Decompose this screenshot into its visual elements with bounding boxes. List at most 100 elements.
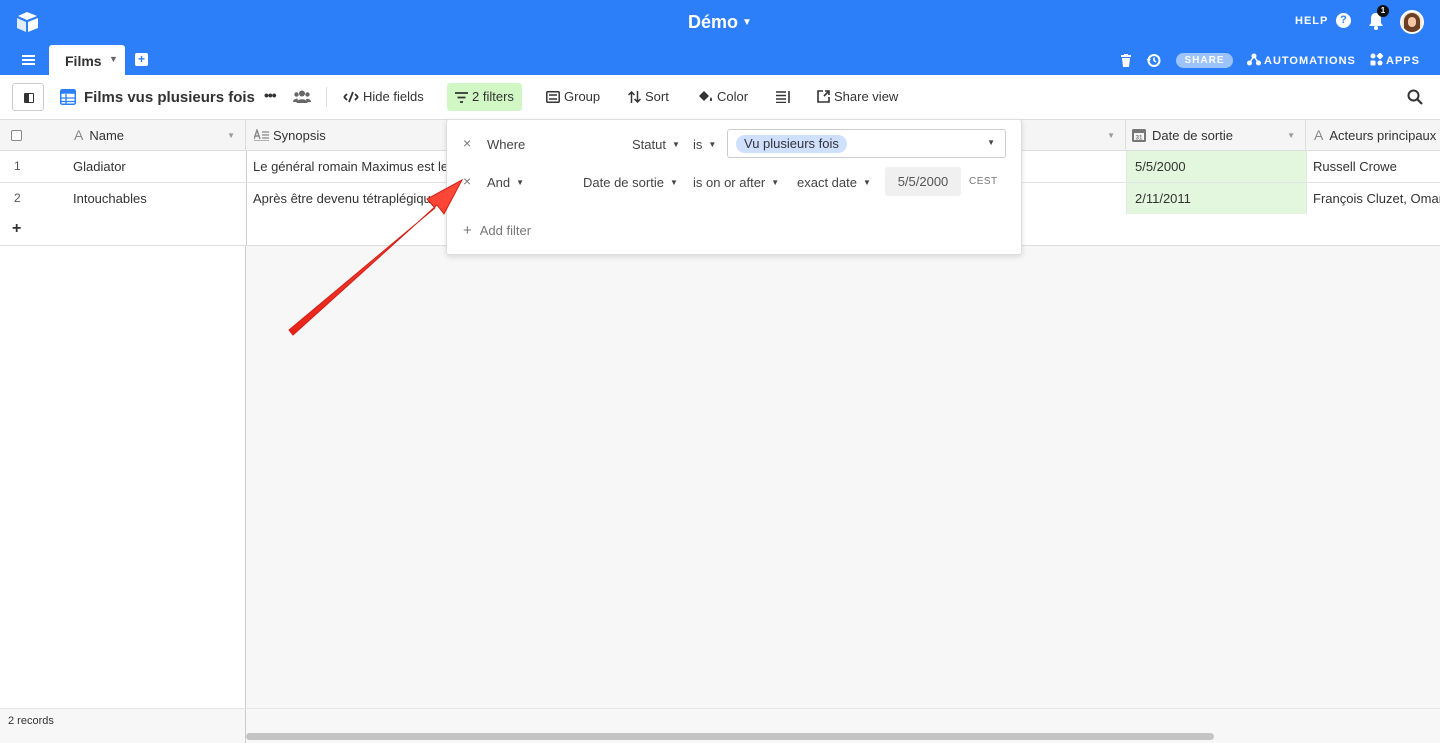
record-count: 2 records [8, 715, 54, 727]
text-field-icon: A [74, 127, 84, 143]
grid-footer: 2 records [0, 708, 1440, 743]
filter-field-select[interactable]: Date de sortie ▼ [583, 175, 678, 190]
base-title-text[interactable]: Démo [688, 12, 738, 32]
filter-field-label: Date de sortie [583, 175, 664, 190]
tab-films-label: Films [65, 53, 102, 69]
chevron-down-icon: ▼ [771, 178, 780, 187]
chevron-down-icon: ▼ [516, 178, 525, 187]
cell-name[interactable]: Intouchables [73, 183, 243, 214]
row-height-icon [776, 91, 790, 104]
base-title[interactable]: Démo ▼ [0, 12, 1440, 33]
table-tab-bar: Films ▼ + SHARE AUTOMATIONS APPS [0, 45, 1440, 75]
menu-icon[interactable] [22, 55, 35, 65]
apps-label: APPS [1386, 55, 1420, 67]
color-button[interactable]: Color [690, 83, 756, 111]
paint-bucket-icon [699, 91, 713, 101]
hide-fields-label: Hide fields [363, 89, 424, 104]
filter-field-select[interactable]: Statut ▼ [632, 137, 680, 152]
sort-button[interactable]: Sort [620, 83, 677, 111]
group-label: Group [564, 89, 601, 104]
share-view-button[interactable]: Share view [809, 83, 906, 111]
chevron-down-icon[interactable]: ▼ [109, 54, 118, 64]
filter-conjunction: Where [487, 137, 526, 152]
help-icon[interactable]: ? [1336, 13, 1351, 28]
add-filter-button[interactable]: + Add filter [463, 222, 531, 239]
more-options-icon[interactable]: ••• [264, 87, 277, 103]
add-filter-label: Add filter [479, 223, 532, 238]
hide-fields-button[interactable]: Hide fields [335, 83, 432, 111]
share-view-label: Share view [834, 89, 899, 104]
group-icon [546, 91, 560, 103]
trash-icon[interactable] [1121, 54, 1131, 67]
plus-icon: + [463, 222, 472, 239]
filter-popover: × Where Statut ▼ is ▼ Vu plusieurs fois ▼ … [446, 119, 1022, 255]
help-link[interactable]: HELP [1295, 15, 1328, 27]
select-all-checkbox[interactable] [11, 130, 22, 141]
cell-date[interactable]: 5/5/2000 [1126, 151, 1306, 182]
chevron-down-icon: ▼ [708, 140, 717, 149]
column-date-label: Date de sortie [1152, 128, 1233, 143]
group-button[interactable]: Group [538, 83, 608, 111]
toolbar-divider [326, 87, 327, 107]
automations-icon [1247, 53, 1261, 66]
filter-operator-select[interactable]: is on or after ▼ [693, 175, 779, 190]
chevron-down-icon[interactable]: ▼ [742, 17, 752, 28]
grid-view-icon [60, 89, 76, 105]
search-icon[interactable] [1407, 89, 1423, 105]
status-option-pill: Vu plusieurs fois [736, 135, 847, 153]
hide-fields-icon [343, 91, 359, 103]
filter-conjunction-label: And [487, 175, 511, 190]
share-view-icon [817, 90, 830, 103]
share-button[interactable]: SHARE [1176, 53, 1233, 68]
column-synopsis-label: Synopsis [273, 128, 326, 143]
chevron-down-icon[interactable]: ▼ [227, 120, 235, 151]
avatar[interactable] [1400, 10, 1424, 34]
chevron-down-icon[interactable]: ▼ [1287, 120, 1295, 151]
history-icon[interactable] [1146, 53, 1161, 68]
remove-filter-icon[interactable]: × [463, 135, 471, 151]
chevron-down-icon: ▼ [987, 138, 995, 147]
automations-button[interactable]: AUTOMATIONS [1247, 53, 1356, 67]
filter-value-select[interactable]: Vu plusieurs fois ▼ [727, 129, 1006, 158]
filter-date-input[interactable]: 5/5/2000 [885, 167, 961, 196]
cell-date[interactable]: 2/11/2011 [1126, 183, 1306, 214]
filter-conjunction-select[interactable]: And ▼ [487, 175, 524, 190]
row-height-button[interactable] [768, 83, 799, 111]
timezone-label: CEST [969, 176, 998, 187]
sort-icon [627, 90, 642, 104]
cell-actors[interactable]: François Cluzet, Omar Sy [1306, 183, 1440, 214]
chevron-down-icon[interactable]: ▼ [1107, 120, 1115, 151]
horizontal-scrollbar[interactable] [246, 733, 1214, 740]
filter-operator-label: is [693, 137, 703, 152]
tab-films[interactable]: Films ▼ [49, 45, 125, 75]
column-header-name[interactable]: A Name ▼ [64, 120, 246, 151]
column-header-actors[interactable]: A Acteurs principaux [1306, 120, 1440, 151]
sidebar-toggle-button[interactable] [12, 83, 44, 111]
remove-filter-icon[interactable]: × [463, 173, 471, 189]
column-header-date[interactable]: 31 Date de sortie ▼ [1126, 120, 1306, 151]
column-actors-label: Acteurs principaux [1329, 128, 1437, 143]
view-name[interactable]: Films vus plusieurs fois [84, 89, 255, 106]
row-number: 2 [14, 191, 21, 205]
top-bar: Démo ▼ HELP ? 1 [0, 0, 1440, 45]
column-name-label: Name [89, 128, 125, 143]
cell-name[interactable]: Gladiator [73, 151, 243, 182]
svg-text:31: 31 [1136, 136, 1143, 142]
add-record-icon[interactable]: + [12, 220, 21, 238]
calendar-icon: 31 [1132, 129, 1146, 142]
filter-operator-select[interactable]: is ▼ [693, 137, 716, 152]
automations-label: AUTOMATIONS [1264, 55, 1356, 67]
chevron-down-icon: ▼ [671, 140, 680, 149]
column-divider [246, 214, 247, 245]
filters-button[interactable]: 2 filters [447, 83, 522, 111]
filter-field-label: Statut [632, 137, 666, 152]
collaborators-icon[interactable] [293, 90, 311, 103]
add-table-icon[interactable]: + [135, 53, 148, 66]
filter-date-mode-select[interactable]: exact date ▼ [797, 175, 871, 190]
chevron-down-icon: ▼ [669, 178, 678, 187]
cell-actors[interactable]: Russell Crowe [1306, 151, 1440, 182]
filter-icon [455, 92, 468, 103]
avatar-face [1408, 17, 1416, 27]
apps-button[interactable]: APPS [1370, 53, 1420, 67]
row-number: 1 [14, 159, 21, 173]
